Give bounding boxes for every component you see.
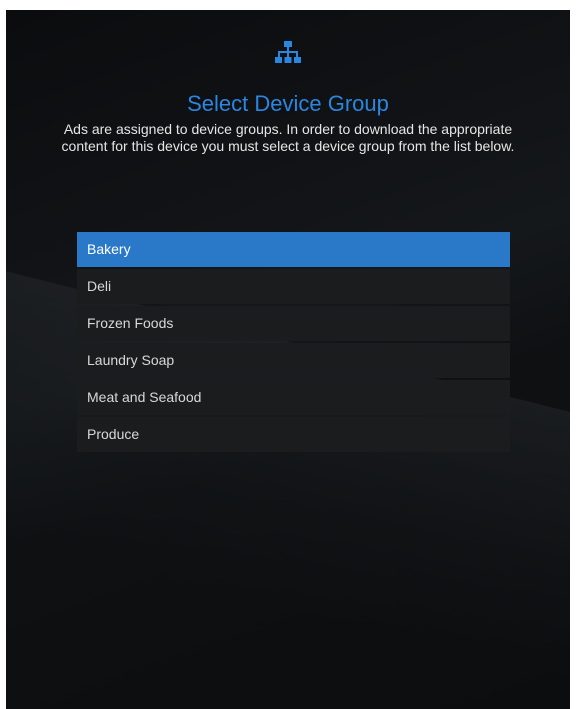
sitemap-icon bbox=[275, 40, 301, 66]
page-title: Select Device Group bbox=[187, 91, 389, 116]
page-description: Ads are assigned to device groups. In or… bbox=[61, 121, 515, 154]
list-item-laundry-soap[interactable]: Laundry Soap bbox=[77, 343, 510, 378]
list-item-deli[interactable]: Deli bbox=[77, 269, 510, 304]
list-item-bakery[interactable]: Bakery bbox=[77, 232, 510, 267]
header: Select Device Group Ads are assigned to … bbox=[6, 40, 570, 155]
device-group-list: Bakery Deli Frozen Foods Laundry Soap Me… bbox=[77, 232, 510, 454]
list-item-frozen-foods[interactable]: Frozen Foods bbox=[77, 306, 510, 341]
list-item-produce[interactable]: Produce bbox=[77, 417, 510, 452]
device-group-screen: Select Device Group Ads are assigned to … bbox=[6, 10, 570, 709]
list-item-meat-and-seafood[interactable]: Meat and Seafood bbox=[77, 380, 510, 415]
